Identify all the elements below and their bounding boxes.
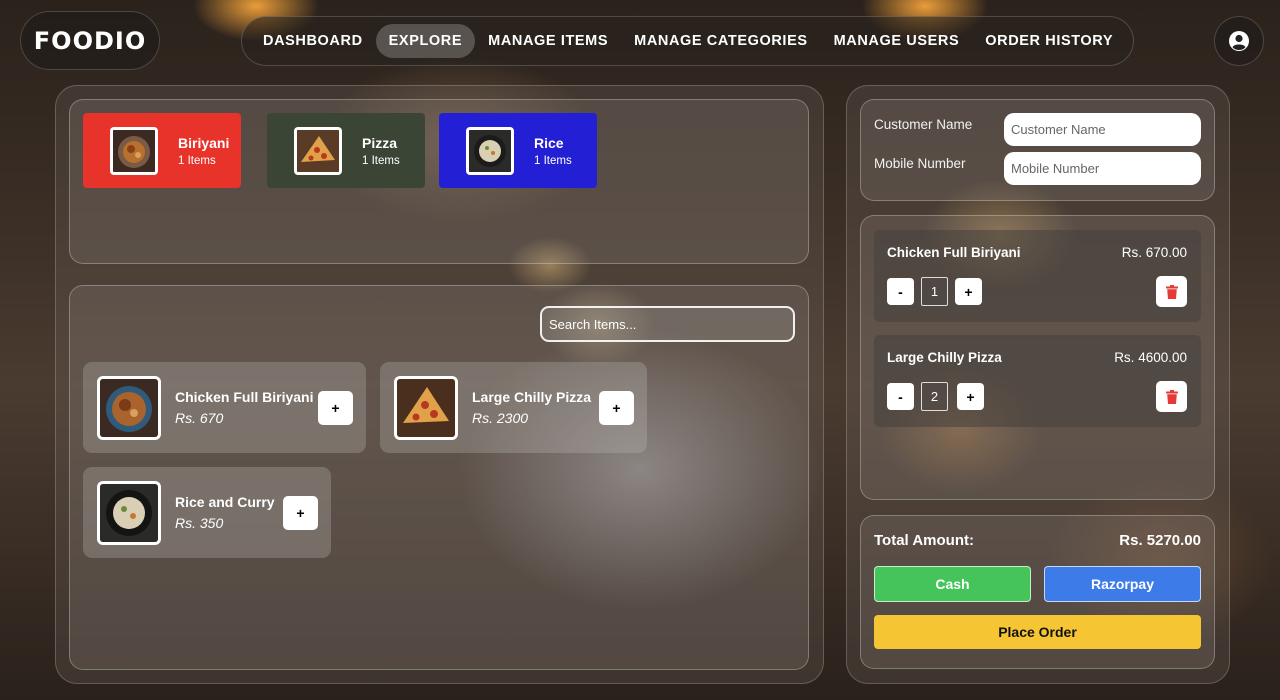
cart-item: Chicken Full Biriyani Rs. 670.00 - 1 + [874, 230, 1201, 322]
item-card-rice-and-curry: Rice and Curry Rs. 350 + [83, 467, 331, 558]
item-price: Rs. 670 [175, 410, 224, 426]
category-name: Rice [534, 134, 564, 151]
nav-order-history[interactable]: ORDER HISTORY [972, 24, 1126, 58]
remove-item-button[interactable] [1156, 381, 1187, 412]
pizza-item-image [394, 375, 458, 440]
item-name: Rice and Curry [175, 494, 275, 510]
nav-dashboard[interactable]: DASHBOARD [250, 24, 376, 58]
item-card-chicken-full-biriyani: Chicken Full Biriyani Rs. 670 + [83, 362, 366, 453]
quantity-value: 1 [921, 277, 948, 306]
biriyani-item-image [97, 375, 161, 440]
cart-item-price: Rs. 4600.00 [1114, 350, 1187, 365]
nav-manage-items[interactable]: MANAGE ITEMS [475, 24, 621, 58]
rice-thumbnail [466, 126, 514, 175]
trash-icon [1165, 284, 1178, 299]
category-count: 1 Items [362, 154, 400, 167]
cart-item-price: Rs. 670.00 [1121, 245, 1187, 260]
add-to-cart-button[interactable]: + [318, 390, 353, 425]
item-name: Chicken Full Biriyani [175, 389, 314, 405]
item-price: Rs. 2300 [472, 410, 529, 426]
razorpay-button[interactable]: Razorpay [1044, 566, 1201, 602]
add-to-cart-button[interactable]: + [599, 390, 634, 425]
total-amount-value: Rs. 5270.00 [1119, 532, 1201, 549]
cart-item-name: Large Chilly Pizza [887, 350, 1002, 365]
category-card-rice[interactable]: Rice 1 Items [439, 113, 597, 188]
mobile-number-input[interactable] [1004, 152, 1201, 185]
profile-button[interactable] [1214, 16, 1264, 66]
mobile-number-label: Mobile Number [874, 156, 966, 171]
nav-manage-users[interactable]: MANAGE USERS [821, 24, 973, 58]
increase-qty-button[interactable]: + [955, 278, 982, 305]
add-to-cart-button[interactable]: + [283, 495, 318, 530]
category-count: 1 Items [534, 154, 572, 167]
biriyani-thumbnail [110, 126, 158, 175]
increase-qty-button[interactable]: + [957, 383, 984, 410]
item-card-large-chilly-pizza: Large Chilly Pizza Rs. 2300 + [380, 362, 647, 453]
category-card-biriyani[interactable]: Biriyani 1 Items [83, 113, 241, 188]
quantity-value: 2 [921, 382, 948, 411]
rice-item-image [97, 480, 161, 545]
category-count: 1 Items [178, 154, 216, 167]
item-price: Rs. 350 [175, 515, 224, 531]
main-nav: DASHBOARD EXPLORE MANAGE ITEMS MANAGE CA… [241, 16, 1134, 66]
customer-name-label: Customer Name [874, 117, 973, 132]
total-amount-label: Total Amount: [874, 532, 974, 549]
trash-icon [1165, 389, 1178, 404]
remove-item-button[interactable] [1156, 276, 1187, 307]
search-input[interactable] [540, 306, 795, 342]
cash-button[interactable]: Cash [874, 566, 1031, 602]
pizza-thumbnail [294, 126, 342, 175]
nav-manage-categories[interactable]: MANAGE CATEGORIES [621, 24, 820, 58]
foodio-logo[interactable]: FOODIO [20, 11, 160, 70]
category-name: Biriyani [178, 134, 230, 151]
cart-item-name: Chicken Full Biriyani [887, 245, 1021, 260]
customer-name-input[interactable] [1004, 113, 1201, 146]
nav-explore[interactable]: EXPLORE [375, 24, 476, 58]
category-card-pizza[interactable]: Pizza 1 Items [267, 113, 425, 188]
category-name: Pizza [362, 134, 398, 151]
item-name: Large Chilly Pizza [472, 389, 592, 405]
decrease-qty-button[interactable]: - [887, 383, 914, 410]
decrease-qty-button[interactable]: - [887, 278, 914, 305]
user-circle-icon [1229, 31, 1249, 51]
cart-item: Large Chilly Pizza Rs. 4600.00 - 2 + [874, 335, 1201, 427]
place-order-button[interactable]: Place Order [874, 615, 1201, 649]
